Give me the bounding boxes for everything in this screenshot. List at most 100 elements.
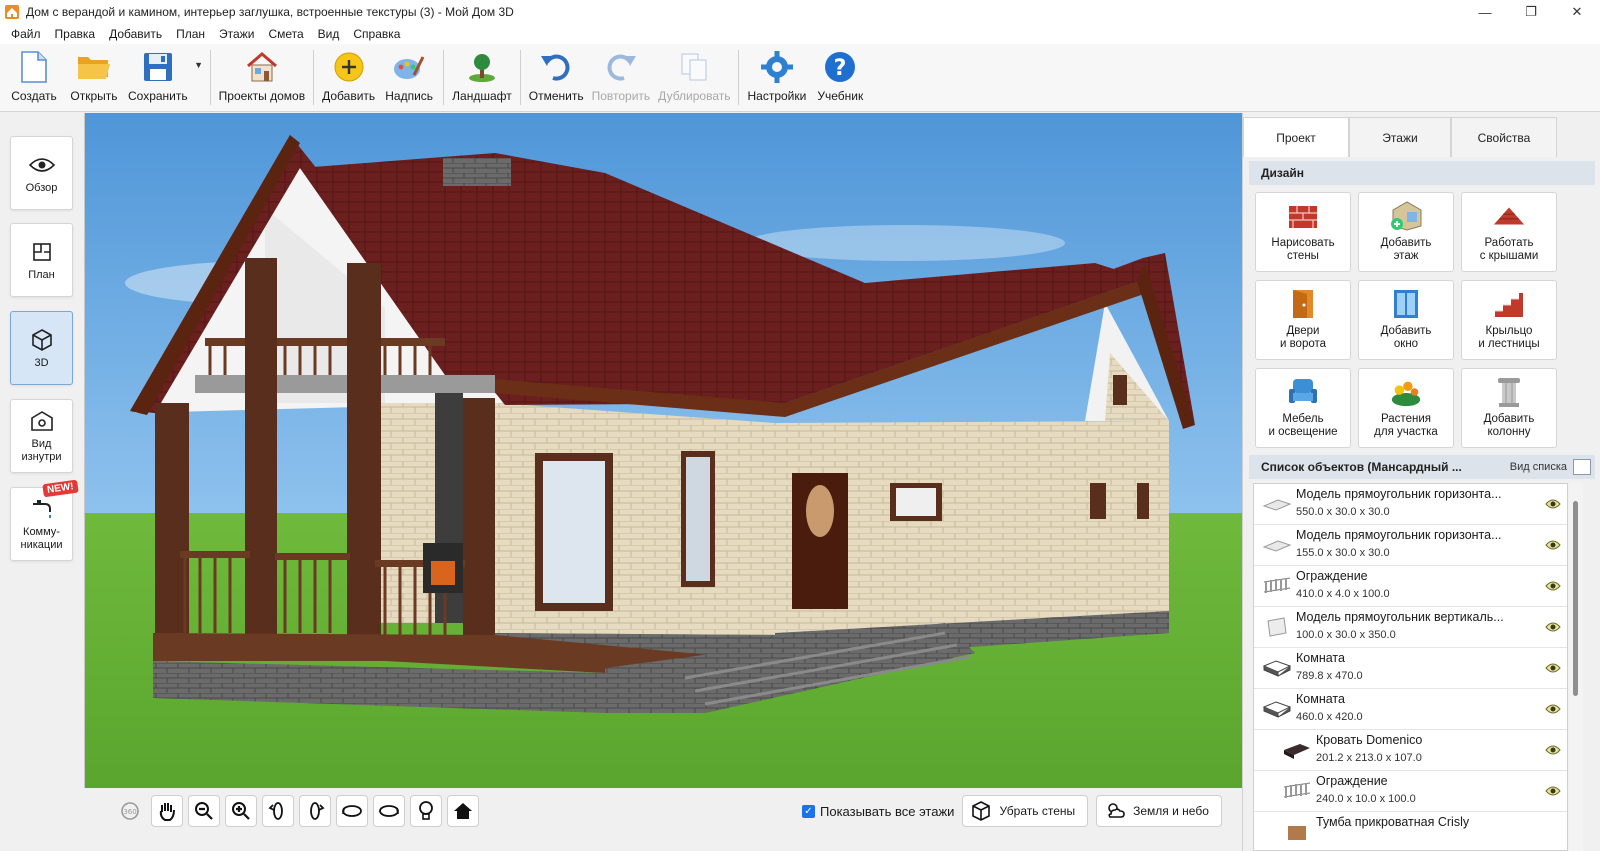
menu-floors[interactable]: Этажи <box>212 27 261 41</box>
rotate-right-icon[interactable] <box>299 795 331 827</box>
overview-button[interactable]: Обзор <box>10 136 73 210</box>
menu-edit[interactable]: Правка <box>48 27 103 41</box>
house-projects-button[interactable]: Проекты домов <box>215 44 309 111</box>
maximize-button[interactable]: ❐ <box>1508 0 1554 24</box>
slab-icon <box>1262 540 1292 552</box>
app-logo-icon <box>5 5 19 19</box>
visibility-eye-icon[interactable] <box>1545 538 1561 552</box>
list-view-icon[interactable] <box>1573 459 1591 475</box>
visibility-eye-icon[interactable] <box>1545 579 1561 593</box>
list-item[interactable]: Комната 789.8 x 470.0 <box>1254 648 1567 689</box>
design-section-header: Дизайн <box>1249 161 1595 185</box>
add-plus-icon <box>331 49 367 85</box>
undo-button[interactable]: Отменить <box>525 44 588 111</box>
draw-walls-button[interactable]: Нарисовать стены <box>1255 192 1351 272</box>
view-mode-panel: Обзор План 3D Вид изнутри NEW! Комму-ник… <box>0 113 84 851</box>
communications-button[interactable]: NEW! Комму-никации <box>10 479 79 561</box>
tab-floors[interactable]: Этажи <box>1349 117 1451 157</box>
menu-file[interactable]: Файл <box>4 27 48 41</box>
roofs-button[interactable]: Работать с крышами <box>1461 192 1557 272</box>
objects-list[interactable]: Модель прямоугольник горизонта... 550.0 … <box>1253 483 1568 851</box>
menu-estimate[interactable]: Смета <box>261 27 310 41</box>
cloud-sun-icon <box>1108 803 1125 818</box>
scrollbar-thumb[interactable] <box>1573 501 1578 696</box>
list-item[interactable]: Ограждение 240.0 x 10.0 x 100.0 <box>1254 771 1567 812</box>
porch-stairs-button[interactable]: Крыльцо и лестницы <box>1461 280 1557 360</box>
eye-icon <box>28 152 55 178</box>
plants-label: Растения для участка <box>1374 413 1438 438</box>
furniture-lighting-button[interactable]: Мебель и освещение <box>1255 368 1351 448</box>
object-size: 100.0 x 30.0 x 350.0 <box>1296 629 1396 641</box>
list-item[interactable]: Кровать Domenico 201.2 x 213.0 x 107.0 <box>1254 730 1567 771</box>
inside-view-button[interactable]: Вид изнутри <box>10 399 73 473</box>
objects-list-scrollbar[interactable] <box>1569 483 1583 851</box>
open-button[interactable]: Открыть <box>64 44 124 111</box>
label-text: Надпись <box>385 89 434 103</box>
visibility-eye-icon[interactable] <box>1545 497 1561 511</box>
house-projects-label: Проекты домов <box>218 89 306 103</box>
menu-add[interactable]: Добавить <box>102 27 169 41</box>
label-button[interactable]: Надпись <box>379 44 439 111</box>
menu-view[interactable]: Вид <box>311 27 347 41</box>
light-bulb-icon[interactable] <box>410 795 442 827</box>
undo-arrow-icon <box>538 49 574 85</box>
settings-button[interactable]: Настройки <box>743 44 810 111</box>
visibility-eye-icon[interactable] <box>1545 743 1561 757</box>
list-item[interactable]: Модель прямоугольник вертикаль... 100.0 … <box>1254 607 1567 648</box>
tilt-up-icon[interactable] <box>336 795 368 827</box>
rotate-left-icon[interactable] <box>262 795 294 827</box>
create-button[interactable]: Создать <box>4 44 64 111</box>
tab-project[interactable]: Проект <box>1243 117 1349 157</box>
remove-walls-button[interactable]: Убрать стены <box>962 795 1089 827</box>
plants-button[interactable]: Растения для участка <box>1358 368 1454 448</box>
3d-viewport[interactable] <box>84 113 1242 788</box>
draw-walls-label: Нарисовать стены <box>1271 237 1335 262</box>
save-button[interactable]: Сохранить <box>124 44 192 111</box>
visibility-eye-icon[interactable] <box>1545 702 1561 716</box>
add-floor-button[interactable]: Добавить этаж <box>1358 192 1454 272</box>
tilt-down-icon[interactable] <box>373 795 405 827</box>
add-column-button[interactable]: Добавить колонну <box>1461 368 1557 448</box>
list-item[interactable]: Комната 460.0 x 420.0 <box>1254 689 1567 730</box>
list-item[interactable]: Модель прямоугольник горизонта... 550.0 … <box>1254 484 1567 525</box>
list-item[interactable]: Ограждение 410.0 x 4.0 x 100.0 <box>1254 566 1567 607</box>
object-name: Ограждение <box>1316 774 1388 788</box>
ground-sky-button[interactable]: Земля и небо <box>1096 795 1222 827</box>
show-all-floors-checkbox[interactable]: ✓ Показывать все этажи <box>802 804 954 819</box>
plan-button[interactable]: План <box>10 223 73 297</box>
home-icon[interactable] <box>447 795 479 827</box>
add-window-button[interactable]: Добавить окно <box>1358 280 1454 360</box>
view-list-link[interactable]: Вид списка <box>1510 461 1567 473</box>
save-dropdown-icon[interactable]: ▼ <box>192 44 206 111</box>
add-button[interactable]: Добавить <box>318 44 379 111</box>
viewport-bottom-bar: 360 ✓ Показывать все этажи Убрать стены … <box>84 788 1242 834</box>
view-3d-button[interactable]: 3D <box>10 311 73 385</box>
rotate-360-icon[interactable]: 360 <box>114 795 146 827</box>
minimize-button[interactable]: — <box>1462 0 1508 24</box>
tutorial-button[interactable]: ? Учебник <box>810 44 870 111</box>
svg-text:?: ? <box>834 56 847 81</box>
pan-hand-icon[interactable] <box>151 795 183 827</box>
visibility-eye-icon[interactable] <box>1545 784 1561 798</box>
menu-help[interactable]: Справка <box>346 27 407 41</box>
zoom-in-icon[interactable] <box>225 795 257 827</box>
object-name: Тумба прикроватная Crisly <box>1316 815 1470 829</box>
duplicate-button[interactable]: Дублировать <box>654 44 734 111</box>
visibility-eye-icon[interactable] <box>1545 661 1561 675</box>
brick-wall-icon <box>1286 199 1320 233</box>
inside-view-icon <box>29 408 55 434</box>
redo-button[interactable]: Повторить <box>588 44 655 111</box>
object-size: 240.0 x 10.0 x 100.0 <box>1316 793 1416 805</box>
close-button[interactable]: ✕ <box>1554 0 1600 24</box>
list-item[interactable]: Модель прямоугольник горизонта... 155.0 … <box>1254 525 1567 566</box>
folder-icon <box>76 49 112 85</box>
object-size: 789.8 x 470.0 <box>1296 670 1363 682</box>
tab-properties[interactable]: Свойства <box>1451 117 1557 157</box>
visibility-eye-icon[interactable] <box>1545 620 1561 634</box>
list-item[interactable]: Тумба прикроватная Crisly <box>1254 812 1567 850</box>
porch-stairs-label: Крыльцо и лестницы <box>1478 325 1540 350</box>
menu-plan[interactable]: План <box>169 27 212 41</box>
doors-gates-button[interactable]: Двери и ворота <box>1255 280 1351 360</box>
zoom-out-icon[interactable] <box>188 795 220 827</box>
landscape-button[interactable]: Ландшафт <box>448 44 516 111</box>
